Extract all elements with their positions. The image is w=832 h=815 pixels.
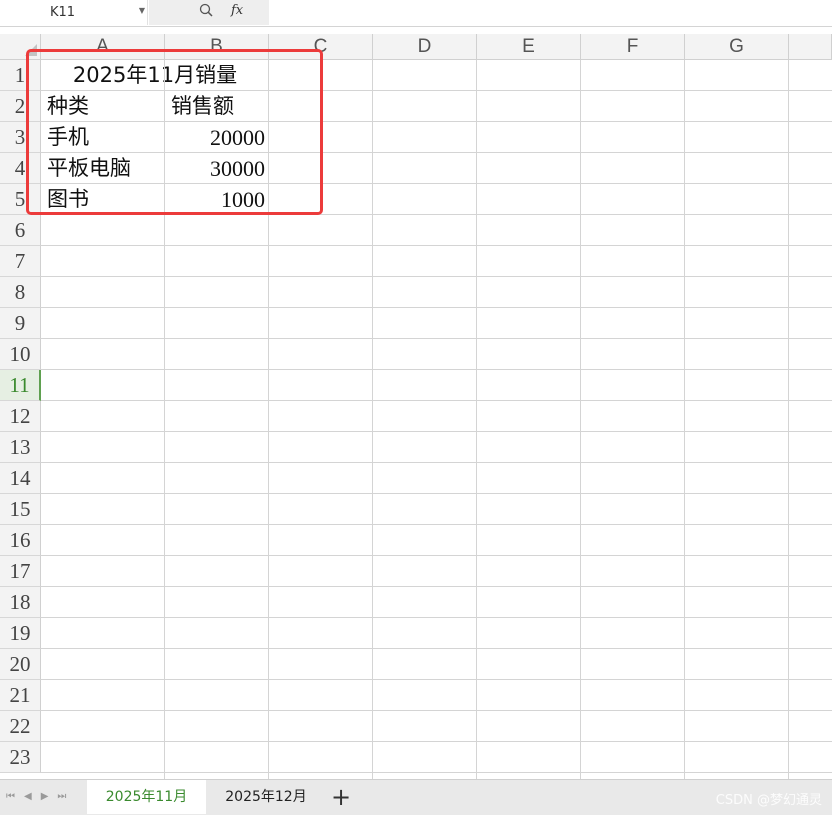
row-header-22[interactable]: 22 — [0, 711, 41, 742]
row-header-21[interactable]: 21 — [0, 680, 41, 711]
row-header-10[interactable]: 10 — [0, 339, 41, 370]
tab-2025-12[interactable]: 2025年12月 — [208, 780, 324, 814]
gridline-horizontal — [41, 276, 832, 277]
gridline-vertical — [788, 60, 789, 779]
gridline-horizontal — [41, 772, 832, 773]
column-header-g[interactable]: G — [685, 34, 789, 60]
row-header-14[interactable]: 14 — [0, 463, 41, 494]
gridline-vertical — [476, 60, 477, 779]
gridline-vertical — [684, 60, 685, 779]
gridline-horizontal — [41, 648, 832, 649]
gridline-horizontal — [41, 307, 832, 308]
column-header-filler — [789, 34, 832, 60]
gridline-horizontal — [41, 710, 832, 711]
sheet-tabs-bar: ⏮◀▶⏭ 2025年11月 2025年12月 + CSDN @梦幻通灵 — [0, 779, 832, 815]
formula-tools: fx — [149, 0, 269, 25]
gridline-horizontal — [41, 555, 832, 556]
gridline-horizontal — [41, 400, 832, 401]
row-header-18[interactable]: 18 — [0, 587, 41, 618]
row-header-23[interactable]: 23 — [0, 742, 41, 773]
column-header-e[interactable]: E — [477, 34, 581, 60]
gridline-horizontal — [41, 741, 832, 742]
row-header-11[interactable]: 11 — [0, 370, 41, 401]
formula-input[interactable] — [270, 0, 832, 25]
gridline-horizontal — [41, 493, 832, 494]
row-header-7[interactable]: 7 — [0, 246, 41, 277]
watermark: CSDN @梦幻通灵 — [715, 793, 822, 808]
zoom-icon[interactable] — [199, 3, 213, 17]
row-header-19[interactable]: 19 — [0, 618, 41, 649]
row-header-16[interactable]: 16 — [0, 525, 41, 556]
gridline-vertical — [580, 60, 581, 779]
gridline-horizontal — [41, 586, 832, 587]
gridline-horizontal — [41, 679, 832, 680]
gridline-horizontal — [41, 431, 832, 432]
gridline-horizontal — [41, 462, 832, 463]
gridline-horizontal — [41, 245, 832, 246]
row-header-12[interactable]: 12 — [0, 401, 41, 432]
cell-reference: K11 — [50, 5, 76, 20]
chevron-down-icon[interactable]: ▼ — [139, 6, 145, 15]
highlight-annotation — [26, 49, 323, 215]
function-icon[interactable]: fx — [231, 3, 243, 18]
gridline-horizontal — [41, 617, 832, 618]
column-header-f[interactable]: F — [581, 34, 685, 60]
row-header-17[interactable]: 17 — [0, 556, 41, 587]
row-header-13[interactable]: 13 — [0, 432, 41, 463]
sheet-nav-arrows-icon[interactable]: ⏮◀▶⏭ — [6, 791, 75, 802]
row-header-9[interactable]: 9 — [0, 308, 41, 339]
tab-2025-11[interactable]: 2025年11月 — [87, 780, 206, 814]
row-header-20[interactable]: 20 — [0, 649, 41, 680]
gridline-vertical — [372, 60, 373, 779]
row-header-8[interactable]: 8 — [0, 277, 41, 308]
formula-bar: K11 ▼ fx — [0, 0, 832, 27]
add-sheet-button[interactable]: + — [331, 781, 351, 813]
row-header-6[interactable]: 6 — [0, 215, 41, 246]
column-header-d[interactable]: D — [373, 34, 477, 60]
gridline-horizontal — [41, 338, 832, 339]
row-header-15[interactable]: 15 — [0, 494, 41, 525]
name-box[interactable]: K11 ▼ — [0, 0, 148, 25]
gridline-horizontal — [41, 524, 832, 525]
gridline-horizontal — [41, 369, 832, 370]
